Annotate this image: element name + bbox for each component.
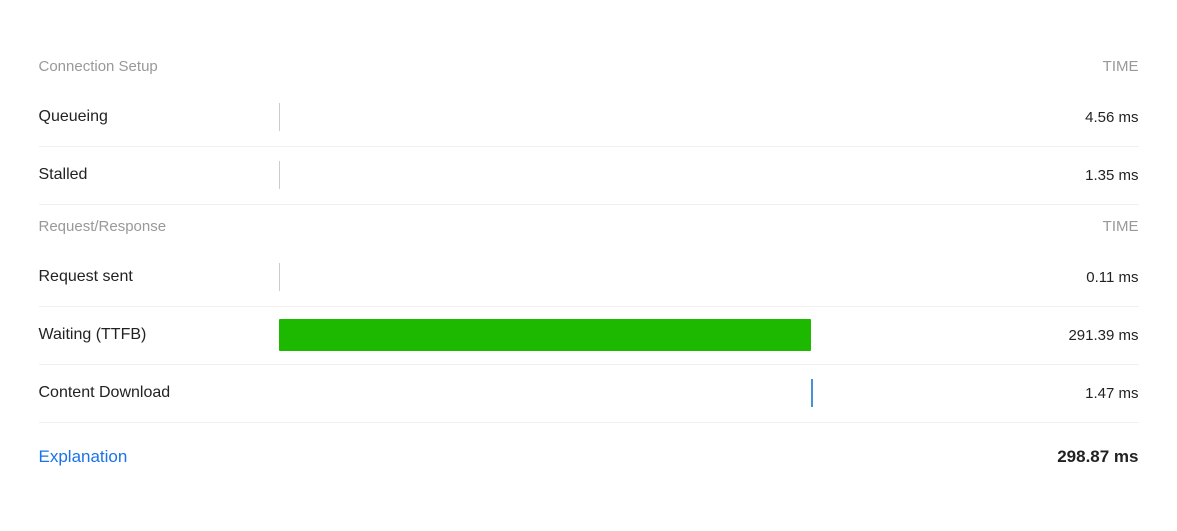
request-sent-bar — [279, 249, 1019, 306]
queueing-row: Queueing 4.56 ms — [39, 89, 1139, 147]
stalled-time: 1.35 ms — [1019, 167, 1139, 184]
queueing-bar — [279, 89, 1019, 146]
request-sent-time: 0.11 ms — [1019, 269, 1139, 286]
ttfb-bar-container — [279, 307, 1019, 364]
request-sent-label: Request sent — [39, 268, 279, 286]
request-response-time-header: TIME — [1019, 218, 1139, 235]
queueing-tick — [279, 103, 281, 131]
content-download-row: Content Download 1.47 ms — [39, 365, 1139, 423]
total-bar-spacer — [279, 427, 1019, 487]
total-row: Explanation 298.87 ms — [39, 427, 1139, 487]
queueing-time: 4.56 ms — [1019, 109, 1139, 126]
ttfb-label: Waiting (TTFB) — [39, 326, 279, 344]
timing-table: Connection Setup TIME Queueing 4.56 ms S… — [39, 45, 1139, 487]
stalled-tick — [279, 161, 281, 189]
explanation-link[interactable]: Explanation — [39, 447, 279, 467]
connection-setup-header: Connection Setup TIME — [39, 45, 1139, 89]
request-response-bar-spacer — [279, 205, 1019, 249]
content-download-label: Content Download — [39, 384, 279, 402]
content-download-time: 1.47 ms — [1019, 385, 1139, 402]
ttfb-time: 291.39 ms — [1019, 327, 1139, 344]
explanation-anchor[interactable]: Explanation — [39, 447, 128, 466]
connection-setup-bar-spacer — [279, 45, 1019, 89]
connection-setup-time-header: TIME — [1019, 58, 1139, 75]
request-response-label: Request/Response — [39, 218, 279, 235]
total-time: 298.87 ms — [1019, 447, 1139, 467]
content-download-bar — [279, 365, 1019, 422]
content-download-tick — [811, 379, 813, 407]
stalled-bar — [279, 147, 1019, 204]
connection-setup-label: Connection Setup — [39, 58, 279, 75]
request-sent-tick — [279, 263, 281, 291]
stalled-row: Stalled 1.35 ms — [39, 147, 1139, 205]
stalled-label: Stalled — [39, 166, 279, 184]
request-sent-row: Request sent 0.11 ms — [39, 249, 1139, 307]
queueing-label: Queueing — [39, 108, 279, 126]
request-response-header: Request/Response TIME — [39, 205, 1139, 249]
ttfb-row: Waiting (TTFB) 291.39 ms — [39, 307, 1139, 365]
ttfb-bar — [279, 319, 812, 351]
